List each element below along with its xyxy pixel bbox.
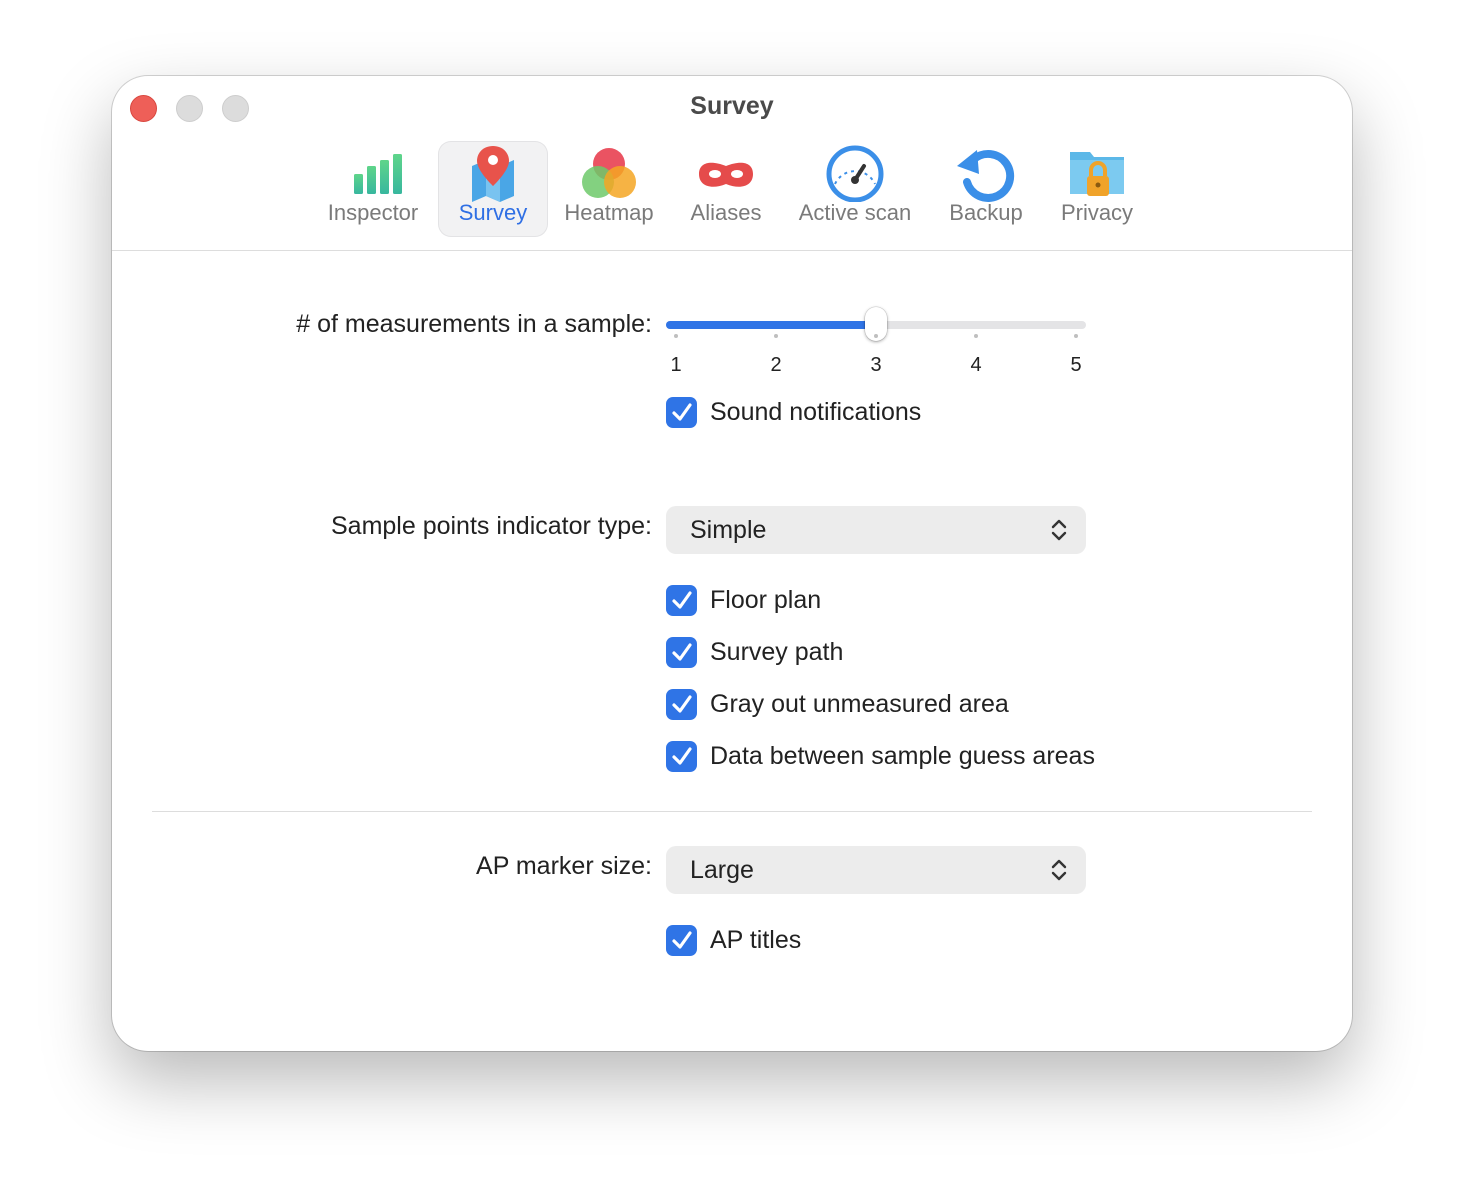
indicator-type-value: Simple [690, 516, 767, 544]
slider-tick-label: 4 [970, 354, 982, 376]
checkmark-icon [666, 688, 697, 720]
tab-heatmap-label: Heatmap [564, 200, 654, 225]
tab-privacy[interactable]: Privacy [1052, 142, 1142, 236]
checkmark-icon [666, 584, 697, 616]
measurements-label: # of measurements in a sample: [296, 310, 652, 338]
tab-heatmap[interactable]: Heatmap [557, 142, 661, 236]
ap-titles-checkbox[interactable]: AP titles [666, 924, 801, 956]
tab-backup-label: Backup [949, 200, 1023, 225]
floor-plan-label: Floor plan [710, 585, 822, 614]
slider-tick-mark [674, 334, 678, 338]
data-between-checkbox[interactable]: Data between sample guess areas [666, 740, 1095, 772]
bar-chart-icon [354, 154, 402, 194]
up-down-chevron-icon [1051, 519, 1067, 541]
slider-tick-mark [1074, 334, 1078, 338]
toolbar-divider [112, 250, 1352, 251]
slider-tick-label: 5 [1070, 354, 1082, 376]
slider-tick-label: 2 [770, 354, 782, 376]
slider-tick-mark [974, 334, 978, 338]
ap-marker-popup[interactable]: Large [666, 846, 1086, 894]
tab-active-scan[interactable]: Active scan [792, 142, 918, 236]
checkmark-icon [666, 636, 697, 668]
measurements-slider[interactable] [666, 307, 1086, 341]
checkmark-icon [666, 740, 697, 772]
gray-out-checkbox[interactable]: Gray out unmeasured area [666, 688, 1009, 720]
tab-inspector-label: Inspector [327, 200, 419, 225]
indicator-type-popup[interactable]: Simple [666, 506, 1086, 554]
slider-fill [666, 321, 876, 329]
data-between-label: Data between sample guess areas [710, 741, 1095, 770]
tab-survey[interactable]: Survey [439, 142, 547, 236]
preferences-window: Survey Inspector Survey Heatmap Aliases … [112, 76, 1352, 1051]
backup-arrow-icon [957, 150, 1015, 202]
tab-inspector[interactable]: Inspector [318, 142, 428, 236]
checkmark-icon [666, 396, 697, 428]
tab-privacy-label: Privacy [1060, 200, 1134, 225]
survey-path-label: Survey path [710, 637, 844, 666]
checkmark-icon [666, 924, 697, 956]
survey-path-checkbox[interactable]: Survey path [666, 636, 843, 668]
ap-marker-label: AP marker size: [476, 852, 652, 880]
up-down-chevron-icon [1051, 859, 1067, 881]
sound-notifications-label: Sound notifications [710, 397, 922, 426]
sound-notifications-checkbox[interactable]: Sound notifications [666, 396, 921, 428]
tab-active-scan-label: Active scan [798, 200, 912, 225]
tab-aliases[interactable]: Aliases [682, 142, 770, 236]
ap-titles-label: AP titles [710, 925, 802, 954]
map-pin-icon [472, 146, 514, 202]
tab-backup[interactable]: Backup [940, 142, 1032, 236]
speedometer-icon [826, 145, 884, 202]
indicator-type-label: Sample points indicator type: [330, 512, 652, 540]
mask-icon [699, 162, 753, 187]
slider-tick-label: 1 [670, 354, 682, 376]
slider-tick-mark [774, 334, 778, 338]
gray-out-label: Gray out unmeasured area [710, 689, 1009, 718]
slider-tick-label: 3 [870, 354, 882, 376]
lock-folder-icon [1070, 152, 1124, 196]
heatmap-blob-icon [582, 148, 636, 198]
tab-aliases-label: Aliases [690, 200, 762, 225]
tab-survey-label: Survey [458, 200, 528, 225]
slider-tick-mark [874, 334, 878, 338]
section-divider [152, 811, 1312, 812]
toolbar: Inspector Survey Heatmap Aliases Active … [112, 142, 1352, 250]
ap-marker-value: Large [690, 856, 754, 884]
window-title: Survey [690, 92, 774, 120]
floor-plan-checkbox[interactable]: Floor plan [666, 584, 821, 616]
